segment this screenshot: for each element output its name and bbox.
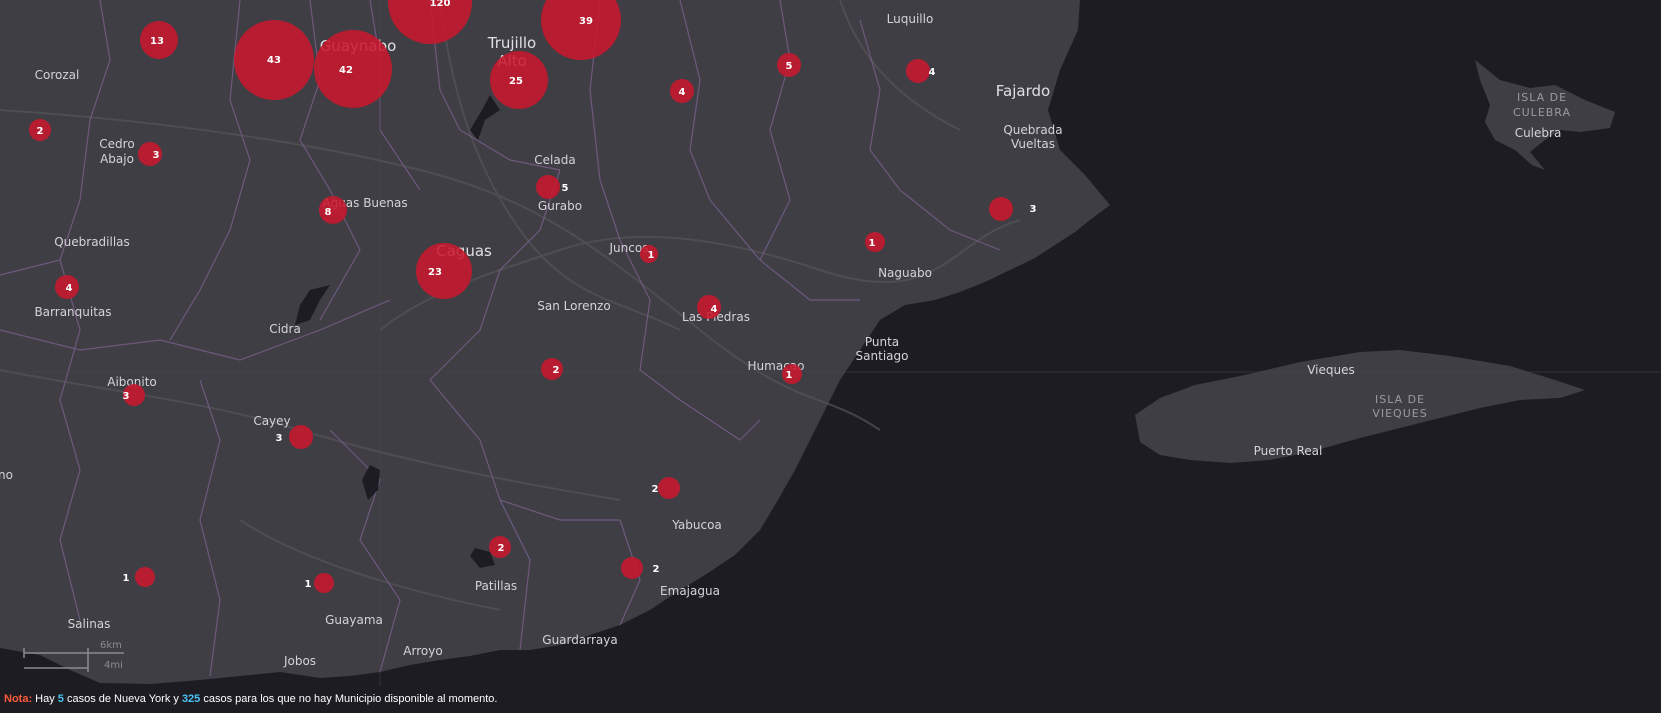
place-label: Guardarraya [542, 633, 617, 647]
scale-km: 6km [100, 640, 122, 651]
note-label: Nota: [4, 693, 33, 705]
place-label: Trujillo [487, 34, 536, 52]
case-count: 1 [305, 579, 312, 590]
place-label: Celada [534, 153, 575, 167]
unknown-count: 325 [181, 693, 201, 705]
case-bubble[interactable] [658, 477, 680, 499]
case-count: 1 [786, 370, 793, 381]
place-label: Naguabo [878, 266, 932, 280]
case-count: 8 [325, 207, 332, 218]
island-label: CULEBRA [1513, 106, 1571, 119]
case-count: 3 [153, 150, 160, 161]
place-label: Guayama [325, 613, 383, 627]
case-marker[interactable]: 42 [314, 30, 392, 108]
place-label: Barranquitas [34, 305, 111, 319]
scale-mi: 4mi [104, 660, 123, 671]
place-label: Santiago [856, 349, 909, 363]
place-label: Yabucoa [671, 518, 722, 532]
place-label: Puerto Real [1254, 444, 1323, 458]
place-label: Jobos [283, 654, 316, 668]
case-bubble[interactable] [319, 196, 347, 224]
place-label: no [0, 468, 13, 482]
case-count: 3 [123, 391, 130, 402]
note-text: casos para los que no hay Municipio disp… [200, 693, 498, 705]
island-label: ISLA DE [1517, 91, 1567, 104]
case-count: 1 [648, 250, 655, 261]
case-count: 2 [37, 126, 44, 137]
case-count: 120 [430, 0, 451, 9]
case-count: 2 [652, 484, 659, 495]
case-marker[interactable]: 1 [865, 232, 885, 252]
case-marker[interactable]: 13 [140, 21, 178, 59]
case-count: 2 [498, 543, 505, 554]
case-marker[interactable]: 3 [138, 142, 162, 166]
note-text: casos de Nueva York y [63, 693, 182, 705]
island-label: VIEQUES [1372, 407, 1427, 420]
place-label: Punta [865, 335, 899, 349]
case-bubble[interactable] [621, 557, 643, 579]
case-count: 13 [150, 36, 164, 47]
place-label: San Lorenzo [537, 299, 611, 313]
case-marker[interactable]: 23 [416, 243, 472, 299]
place-label: Quebradillas [54, 235, 130, 249]
case-count: 5 [562, 183, 569, 194]
place-label: Cidra [269, 322, 301, 336]
case-marker[interactable]: 8 [319, 196, 347, 224]
case-bubble[interactable] [536, 175, 560, 199]
place-label: Cayey [253, 414, 290, 428]
case-bubble[interactable] [314, 30, 392, 108]
case-marker[interactable]: 25 [490, 51, 548, 109]
case-count: 25 [509, 76, 523, 87]
case-bubble[interactable] [135, 567, 155, 587]
case-count: 1 [869, 238, 876, 249]
place-label: Culebra [1515, 126, 1562, 140]
case-marker[interactable]: 5 [777, 53, 801, 77]
case-marker[interactable]: 4 [697, 295, 721, 319]
case-count: 4 [711, 304, 718, 315]
place-label: Cedro [99, 137, 134, 151]
place-label: Vieques [1307, 363, 1355, 377]
place-label: Salinas [68, 617, 111, 631]
case-marker[interactable]: 2 [489, 536, 511, 558]
place-label: Luquillo [887, 12, 934, 26]
place-label: Emajagua [660, 584, 720, 598]
place-label: Fajardo [996, 82, 1050, 100]
case-count: 4 [929, 67, 936, 78]
place-label: Patillas [475, 579, 517, 593]
place-label: Arroyo [403, 644, 442, 658]
case-bubble[interactable] [906, 59, 930, 83]
case-count: 42 [339, 65, 353, 76]
place-label: Vueltas [1011, 137, 1055, 151]
place-label: Corozal [35, 68, 80, 82]
map[interactable]: Luquillo Fajardo Quebrada Vueltas Guayna… [0, 0, 1661, 686]
case-count: 39 [579, 16, 593, 27]
case-count: 4 [679, 87, 686, 98]
case-count: 43 [267, 55, 281, 66]
case-bubble[interactable] [416, 243, 472, 299]
island-label: ISLA DE [1375, 393, 1425, 406]
place-label: Abajo [100, 152, 134, 166]
case-count: 2 [653, 564, 660, 575]
case-count: 2 [553, 365, 560, 376]
case-bubble[interactable] [314, 573, 334, 593]
case-marker[interactable]: 4 [670, 79, 694, 103]
case-count: 5 [786, 61, 793, 72]
case-bubble[interactable] [289, 425, 313, 449]
case-count: 1 [123, 573, 130, 584]
note-bar: Nota: Hay 5 casos de Nueva York y 325 ca… [4, 693, 497, 705]
note-text: Hay [32, 693, 58, 705]
case-marker[interactable]: 1 [782, 364, 802, 384]
case-marker[interactable]: 2 [29, 119, 51, 141]
place-label: Gurabo [538, 199, 582, 213]
case-marker[interactable]: 2 [541, 358, 563, 380]
case-count: 3 [276, 433, 283, 444]
place-label: Quebrada [1003, 123, 1062, 137]
case-count: 3 [1030, 204, 1037, 215]
case-count: 4 [66, 283, 73, 294]
case-marker[interactable]: 43 [234, 20, 314, 100]
case-marker[interactable]: 1 [640, 245, 658, 263]
case-bubble[interactable] [989, 197, 1013, 221]
case-marker[interactable]: 4 [55, 275, 79, 299]
case-count: 23 [428, 267, 442, 278]
